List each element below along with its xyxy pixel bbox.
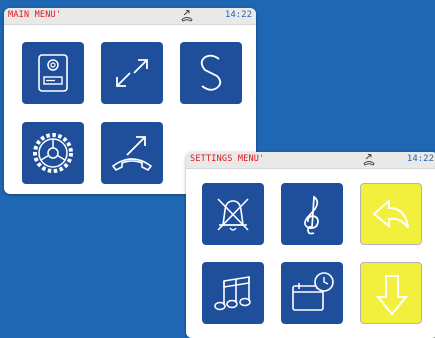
call-forward-icon xyxy=(181,10,193,22)
music-notes-icon xyxy=(214,276,251,311)
door-station-icon xyxy=(38,54,68,92)
clock: 14:22 xyxy=(406,154,434,164)
transfer-button[interactable] xyxy=(101,42,163,104)
outgoing-call-button[interactable] xyxy=(101,122,163,184)
menu-title: MAIN MENU' xyxy=(8,10,62,20)
status-bar: SETTINGS MENU' 14:22 xyxy=(186,152,435,169)
music-button[interactable] xyxy=(202,262,264,324)
back-arrow-icon xyxy=(372,198,409,229)
gear-wheel-icon xyxy=(33,133,73,173)
down-arrow-icon xyxy=(375,275,409,316)
menu-title: SETTINGS MENU' xyxy=(190,154,265,164)
calendar-clock-icon xyxy=(292,272,334,311)
treble-clef-icon xyxy=(304,195,319,235)
date-time-button[interactable] xyxy=(281,262,343,324)
outgoing-call-icon xyxy=(111,136,153,172)
clock: 14:22 xyxy=(224,10,252,20)
mute-bell-icon xyxy=(217,198,249,231)
settings-menu-screen: SETTINGS MENU' 14:22 xyxy=(186,152,435,338)
settings-button[interactable] xyxy=(22,122,84,184)
down-button[interactable] xyxy=(360,262,422,324)
ringtone-button[interactable] xyxy=(281,183,343,245)
back-button[interactable] xyxy=(360,183,422,245)
status-bar: MAIN MENU' 14:22 xyxy=(4,8,256,25)
s-function-button[interactable] xyxy=(180,42,242,104)
transfer-arrows-icon xyxy=(116,59,148,87)
settings-s-icon xyxy=(200,54,222,91)
mute-ringer-button[interactable] xyxy=(202,183,264,245)
door-station-button[interactable] xyxy=(22,42,84,104)
call-forward-icon xyxy=(363,154,375,166)
